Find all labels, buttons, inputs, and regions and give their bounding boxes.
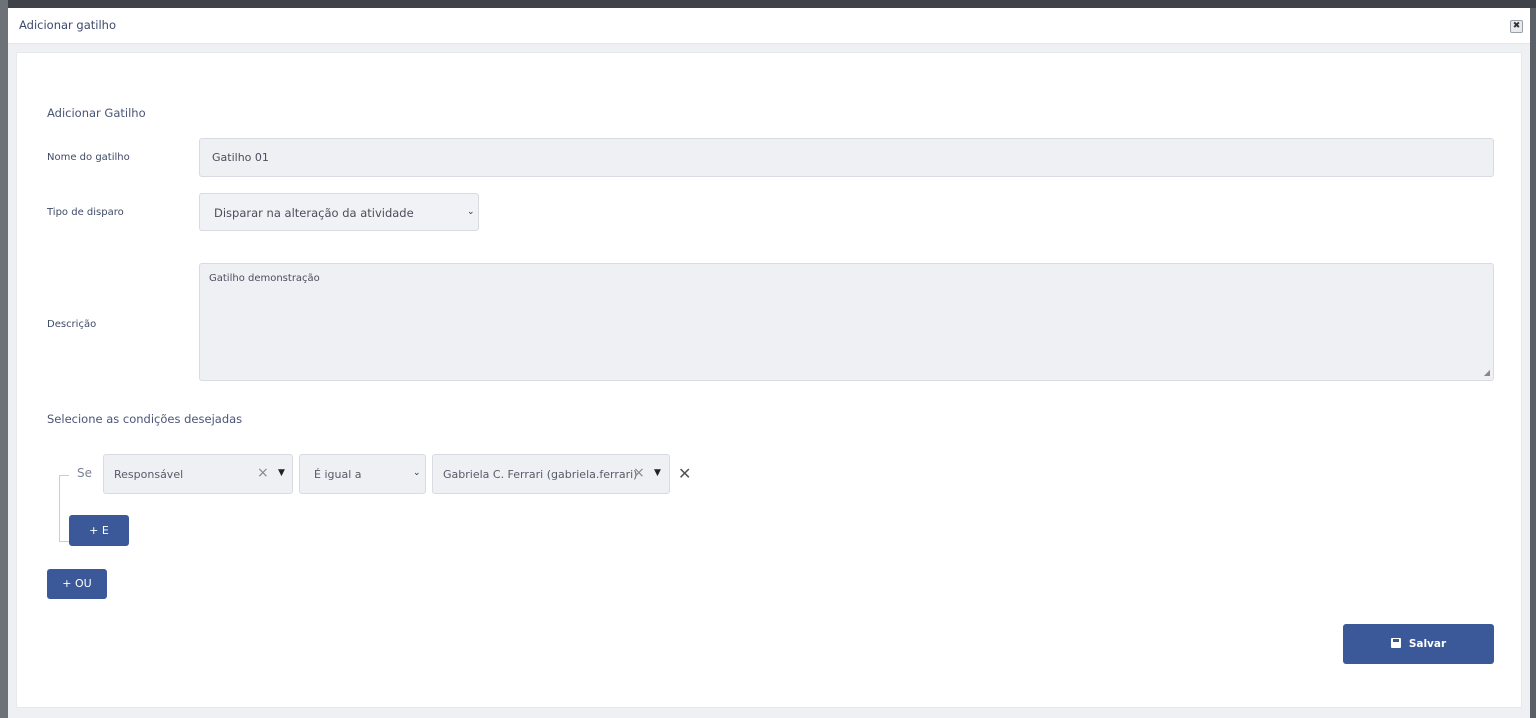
- close-icon[interactable]: ✖: [1510, 20, 1523, 33]
- trigger-type-value: Disparar na alteração da atividade: [214, 206, 414, 220]
- description-textarea[interactable]: Gatilho demonstração ◢: [199, 263, 1494, 381]
- save-button-label: Salvar: [1408, 638, 1447, 650]
- description-label: Descrição: [47, 319, 97, 330]
- trigger-name-input[interactable]: Gatilho 01: [199, 138, 1494, 177]
- modal-header: Adicionar gatilho ✖: [8, 8, 1530, 44]
- add-or-condition-button[interactable]: + OU: [47, 569, 107, 599]
- type-label: Tipo de disparo: [47, 207, 124, 218]
- condition-field-select[interactable]: Responsável × ▼: [103, 454, 293, 494]
- condition-value-select[interactable]: Gabriela C. Ferrari (gabriela.ferrari) ×…: [432, 454, 670, 494]
- clear-icon[interactable]: ×: [257, 465, 269, 481]
- backdrop: [0, 0, 1536, 8]
- resize-grip-icon[interactable]: ◢: [1484, 368, 1490, 377]
- tree-line: [59, 475, 69, 476]
- remove-condition-icon[interactable]: ✕: [678, 464, 691, 483]
- conditions-title: Selecione as condições desejadas: [47, 412, 243, 426]
- condition-operator-select[interactable]: É igual a ⌄: [299, 454, 426, 494]
- tree-line: [59, 541, 69, 542]
- clear-icon[interactable]: ×: [633, 465, 645, 481]
- chevron-down-icon: ⌄: [413, 468, 421, 478]
- if-label: Se: [77, 466, 92, 480]
- description-value: Gatilho demonstração: [209, 273, 320, 284]
- tree-line: [59, 475, 60, 541]
- condition-operator-value: É igual a: [314, 468, 362, 481]
- name-label: Nome do gatilho: [47, 152, 130, 163]
- section-title: Adicionar Gatilho: [47, 106, 146, 120]
- add-and-condition-button[interactable]: + E: [69, 515, 129, 546]
- trigger-type-select[interactable]: Disparar na alteração da atividade ⌄: [199, 193, 479, 231]
- modal-title: Adicionar gatilho: [19, 18, 117, 32]
- chevron-down-icon: ⌄: [467, 207, 475, 217]
- add-trigger-modal: Adicionar gatilho ✖ Adicionar Gatilho No…: [8, 8, 1530, 718]
- form-panel: Adicionar Gatilho Nome do gatilho Gatilh…: [16, 52, 1522, 708]
- condition-field-value: Responsável: [114, 468, 184, 481]
- condition-value-value: Gabriela C. Ferrari (gabriela.ferrari): [443, 468, 638, 481]
- caret-down-icon[interactable]: ▼: [654, 468, 661, 478]
- floppy-disk-icon: [1390, 638, 1401, 648]
- backdrop-left: [0, 0, 8, 718]
- save-button[interactable]: Salvar: [1343, 624, 1494, 664]
- caret-down-icon[interactable]: ▼: [278, 468, 285, 478]
- trigger-name-value: Gatilho 01: [212, 151, 269, 164]
